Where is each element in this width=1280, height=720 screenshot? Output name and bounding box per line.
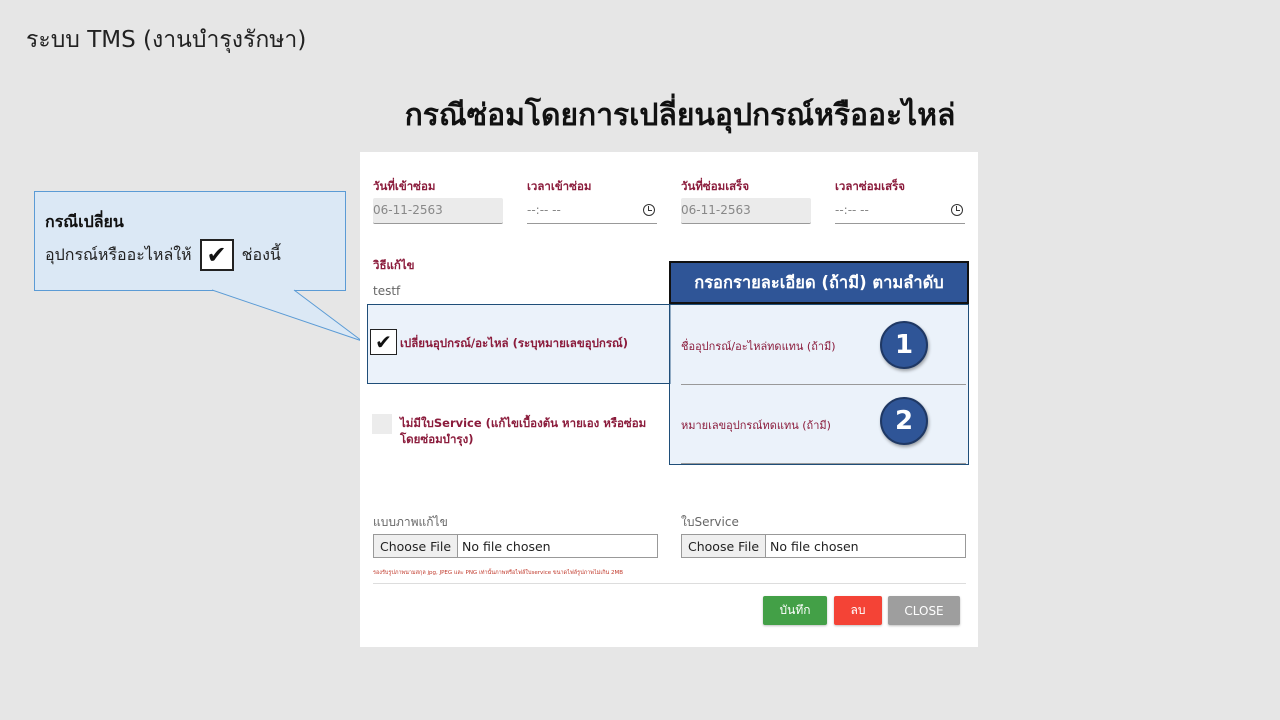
callout-text-after: ช่องนี้ bbox=[241, 244, 281, 264]
replacement-name-input[interactable] bbox=[681, 384, 966, 385]
step-badge-1: 1 bbox=[880, 321, 928, 369]
replace-checkbox-label[interactable]: เปลี่ยนอุปกรณ์/อะไหล่ (ระบุหมายเลขอุปกรณ… bbox=[400, 335, 628, 351]
clock-icon[interactable] bbox=[951, 204, 963, 216]
upload-note: รองรับรูปภาพนามสกุล jpg, JPEG และ PNG เท… bbox=[373, 570, 624, 576]
finish-date-label: วันที่ซ่อมเสร็จ bbox=[681, 179, 750, 193]
slide-title: กรณีซ่อมโดยการเปลี่ยนอุปกรณ์หรืออะไหล่ bbox=[404, 98, 956, 133]
replacement-number-label: หมายเลขอุปกรณ์ทดแทน (ถ้ามี) bbox=[681, 419, 831, 432]
replace-checkbox[interactable]: ✔ bbox=[370, 329, 397, 355]
replacement-name-label: ชื่ออุปกรณ์/อะไหล่ทดแทน (ถ้ามี) bbox=[681, 340, 836, 353]
finish-time-field[interactable]: --:-- -- bbox=[835, 198, 965, 224]
no-service-checkbox[interactable] bbox=[372, 414, 392, 434]
close-button[interactable]: CLOSE bbox=[888, 596, 960, 625]
divider bbox=[373, 583, 966, 584]
service-upload-label: ใบService bbox=[681, 515, 739, 529]
slide-header: ระบบ TMS (งานบำรุงรักษา) bbox=[26, 27, 307, 53]
service-file-input[interactable]: Choose File No file chosen bbox=[681, 534, 966, 558]
method-label: วิธีแก้ไข bbox=[373, 258, 415, 272]
details-annotation-header: กรอกรายละเอียด (ถ้ามี) ตามลำดับ bbox=[669, 261, 969, 304]
image-upload-label: แบบภาพแก้ไข bbox=[373, 515, 448, 529]
save-button[interactable]: บันทึก bbox=[763, 596, 827, 625]
repair-time-field[interactable]: --:-- -- bbox=[527, 198, 657, 224]
delete-button[interactable]: ลบ bbox=[834, 596, 882, 625]
callout-text-before: อุปกรณ์หรืออะไหล่ให้ bbox=[45, 244, 192, 264]
no-service-label-line2: โดยซ่อมบำรุง) bbox=[400, 432, 474, 446]
method-value[interactable]: testf bbox=[373, 284, 400, 298]
no-service-checkbox-label[interactable]: ไม่มีใบService (แก้ไขเบื้องต้น หายเอง หร… bbox=[400, 415, 646, 447]
file-status: No file chosen bbox=[462, 538, 551, 554]
finish-date-field[interactable]: 06-11-2563 bbox=[681, 198, 811, 224]
instruction-callout: กรณีเปลี่ยน อุปกรณ์หรืออะไหล่ให้ ✔ ช่องน… bbox=[34, 191, 346, 291]
callout-pointer bbox=[212, 289, 363, 342]
finish-date-value: 06-11-2563 bbox=[681, 203, 751, 217]
clock-icon[interactable] bbox=[643, 204, 655, 216]
finish-time-value: --:-- -- bbox=[835, 203, 869, 217]
finish-time-label: เวลาซ่อมเสร็จ bbox=[835, 179, 906, 193]
file-status: No file chosen bbox=[770, 538, 859, 554]
checkmark-icon: ✔ bbox=[199, 239, 234, 271]
repair-date-value: 06-11-2563 bbox=[373, 203, 443, 217]
choose-file-button[interactable]: Choose File bbox=[682, 535, 767, 557]
no-service-label-line1: ไม่มีใบService (แก้ไขเบื้องต้น หายเอง หร… bbox=[400, 416, 647, 430]
callout-title: กรณีเปลี่ยน bbox=[45, 212, 124, 231]
replacement-number-input[interactable] bbox=[681, 463, 966, 464]
repair-date-field[interactable]: 06-11-2563 bbox=[373, 198, 503, 224]
choose-file-button[interactable]: Choose File bbox=[374, 535, 459, 557]
repair-time-label: เวลาเข้าซ่อม bbox=[527, 179, 592, 193]
step-badge-2: 2 bbox=[880, 397, 928, 445]
image-file-input[interactable]: Choose File No file chosen bbox=[373, 534, 658, 558]
repair-time-value: --:-- -- bbox=[527, 203, 561, 217]
callout-line: อุปกรณ์หรืออะไหล่ให้ ✔ ช่องนี้ bbox=[45, 239, 335, 271]
repair-date-label: วันที่เข้าซ่อม bbox=[373, 179, 436, 193]
